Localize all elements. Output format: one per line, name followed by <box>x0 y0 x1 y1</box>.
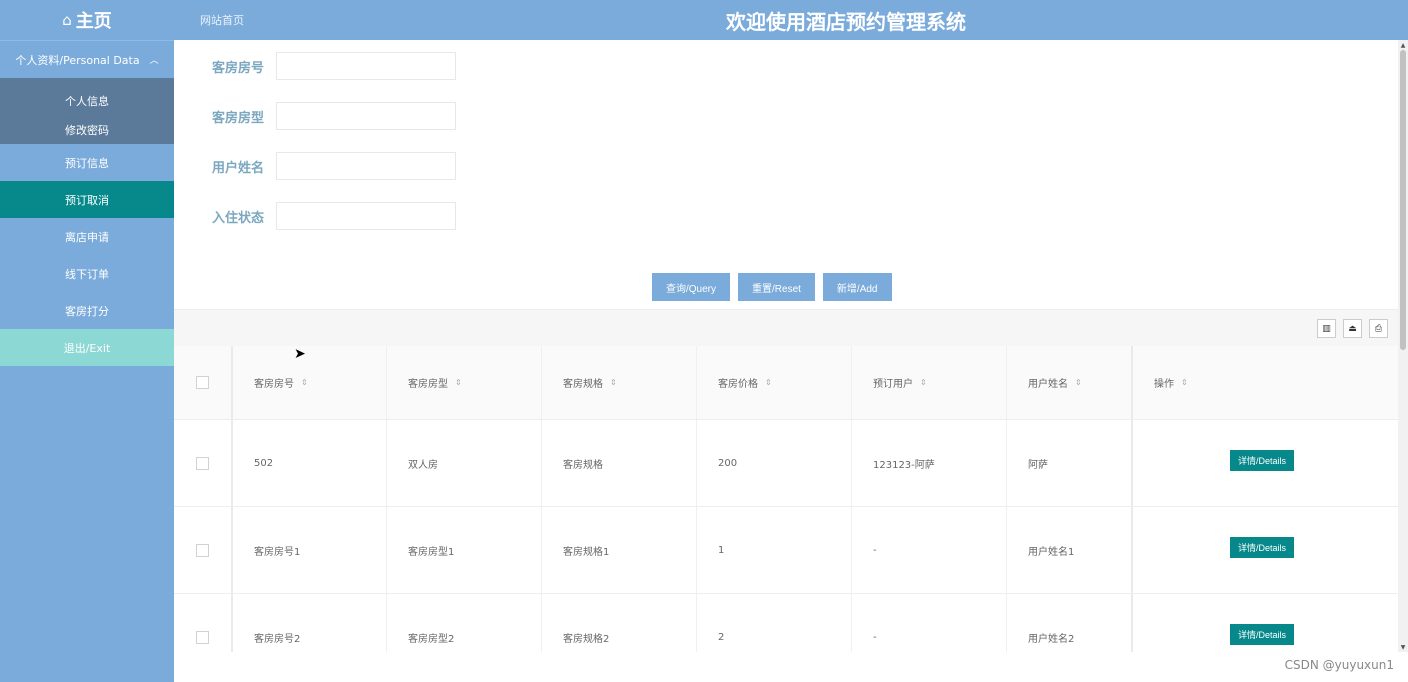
checkin-status-input[interactable] <box>276 202 456 230</box>
sort-icon[interactable]: ⇕ <box>765 378 772 387</box>
details-button[interactable]: 详情/Details <box>1230 449 1295 471</box>
home-link[interactable]: ⌂ 主页 <box>0 0 174 40</box>
cell-room-type: 双人房 <box>387 420 542 506</box>
chevron-up-icon: ︿ <box>149 56 159 66</box>
form-row-checkin-status: 入住状态 <box>212 202 456 230</box>
sidebar-item-booking-cancel[interactable]: 预订取消 <box>0 181 174 218</box>
column-header-room-spec[interactable]: 客房规格 ⇕ <box>542 346 697 419</box>
form-row-room-type: 客房房型 <box>212 102 456 130</box>
query-button[interactable]: 查询/Query <box>652 273 731 301</box>
room-type-input[interactable] <box>276 102 456 130</box>
sort-icon[interactable]: ⇕ <box>1181 378 1188 387</box>
column-header-room-number[interactable]: 客房房号 ⇕ <box>233 346 387 419</box>
vertical-scrollbar[interactable]: ▲ ▼ <box>1398 40 1408 652</box>
page-title: 欢迎使用酒店预约管理系统 <box>726 10 966 34</box>
watermark: CSDN @yuyuxun1 <box>1284 658 1394 672</box>
sidebar-item-exit[interactable]: 退出/Exit <box>0 329 174 366</box>
home-label: 主页 <box>75 11 112 32</box>
column-header-booking-user[interactable]: 预订用户 ⇕ <box>852 346 1007 419</box>
top-bar: ⌂ 主页 网站首页 欢迎使用酒店预约管理系统 <box>0 0 1408 40</box>
user-name-label: 用户姓名 <box>212 160 265 176</box>
reset-button[interactable]: 重置/Reset <box>738 273 815 301</box>
checkin-status-label: 入住状态 <box>212 210 265 226</box>
room-type-label: 客房房型 <box>212 110 265 126</box>
sidebar-group-personal-data[interactable]: 个人资料/Personal Data ︿ <box>0 40 174 78</box>
column-header-room-price[interactable]: 客房价格 ⇕ <box>697 346 852 419</box>
sidebar-group-label: 个人资料/Personal Data <box>15 53 140 67</box>
column-header-actions[interactable]: 操作 ⇕ <box>1133 346 1398 419</box>
sidebar-item-booking-info[interactable]: 预订信息 <box>0 144 174 181</box>
sort-icon[interactable]: ⇕ <box>610 378 617 387</box>
sort-icon[interactable]: ⇕ <box>455 378 462 387</box>
columns-icon[interactable]: ▥ <box>1317 319 1336 338</box>
table-toolbar: ▥ ⏏ ⎙ <box>174 309 1398 346</box>
form-row-room-number: 客房房号 <box>212 52 456 80</box>
scroll-down-icon[interactable]: ▼ <box>1398 642 1408 652</box>
sidebar-item-offline-orders[interactable]: 线下订单 <box>0 255 174 292</box>
sort-icon[interactable]: ⇕ <box>1075 378 1082 387</box>
sort-icon[interactable]: ⇕ <box>301 378 308 387</box>
site-home-link[interactable]: 网站首页 <box>200 12 244 28</box>
row-checkbox[interactable] <box>196 456 209 470</box>
details-button[interactable]: 详情/Details <box>1230 623 1295 645</box>
table-header: 客房房号 ⇕ 客房房型 ⇕ 客房规格 ⇕ 客房价格 ⇕ 预订用户 ⇕ 用户姓名 ⇕ 操作 ⇕ <box>174 346 1398 420</box>
sidebar-submenu: 个人信息 修改密码 <box>0 78 174 144</box>
mouse-cursor-icon: ➤ <box>294 346 306 362</box>
table-row: 502 双人房 客房规格 200 123123-阿萨 阿萨 详情/Details <box>174 420 1398 507</box>
user-name-input[interactable] <box>276 152 456 180</box>
form-actions: 查询/Query 重置/Reset 新增/Add <box>652 273 892 301</box>
cell-room-price: 200 <box>697 420 852 506</box>
row-checkbox[interactable] <box>196 630 209 644</box>
scroll-up-icon[interactable]: ▲ <box>1398 40 1408 50</box>
sidebar-item-checkout-request[interactable]: 离店申请 <box>0 218 174 255</box>
export-icon[interactable]: ⏏ <box>1343 319 1362 338</box>
sidebar-item-profile[interactable]: 个人信息 <box>0 86 174 115</box>
sidebar-item-room-rating[interactable]: 客房打分 <box>0 292 174 329</box>
select-all-checkbox[interactable] <box>196 376 209 389</box>
print-icon[interactable]: ⎙ <box>1369 319 1388 338</box>
home-icon: ⌂ <box>62 10 72 29</box>
cell-room-number: 客房房号1 <box>233 507 387 593</box>
room-number-label: 客房房号 <box>212 60 265 76</box>
row-checkbox[interactable] <box>196 543 209 557</box>
cell-booking-user: - <box>852 507 1007 593</box>
table-row: 客房房号1 客房房型1 客房规格1 1 - 用户姓名1 详情/Details <box>174 507 1398 594</box>
sidebar: 个人资料/Personal Data ︿ 个人信息 修改密码 预订信息 预订取消… <box>0 40 174 682</box>
data-table: 客房房号 ⇕ 客房房型 ⇕ 客房规格 ⇕ 客房价格 ⇕ 预订用户 ⇕ 用户姓名 ⇕ 操作 ⇕ … <box>174 346 1398 682</box>
scroll-thumb[interactable] <box>1400 50 1406 350</box>
column-header-room-type[interactable]: 客房房型 ⇕ <box>387 346 542 419</box>
cell-user-name: 阿萨 <box>1007 420 1133 506</box>
sort-icon[interactable]: ⇕ <box>920 378 927 387</box>
form-row-user-name: 用户姓名 <box>212 152 456 180</box>
cell-room-type: 客房房型1 <box>387 507 542 593</box>
cell-room-spec: 客房规格 <box>542 420 697 506</box>
bottom-strip <box>174 652 1408 682</box>
cell-user-name: 用户姓名1 <box>1007 507 1133 593</box>
cell-room-price: 1 <box>697 507 852 593</box>
sidebar-item-change-password[interactable]: 修改密码 <box>0 115 174 144</box>
cell-room-spec: 客房规格1 <box>542 507 697 593</box>
room-number-input[interactable] <box>276 52 456 80</box>
cell-room-number: 502 <box>233 420 387 506</box>
add-button[interactable]: 新增/Add <box>822 273 892 301</box>
column-header-user-name[interactable]: 用户姓名 ⇕ <box>1007 346 1133 419</box>
details-button[interactable]: 详情/Details <box>1230 536 1295 558</box>
cell-booking-user: 123123-阿萨 <box>852 420 1007 506</box>
